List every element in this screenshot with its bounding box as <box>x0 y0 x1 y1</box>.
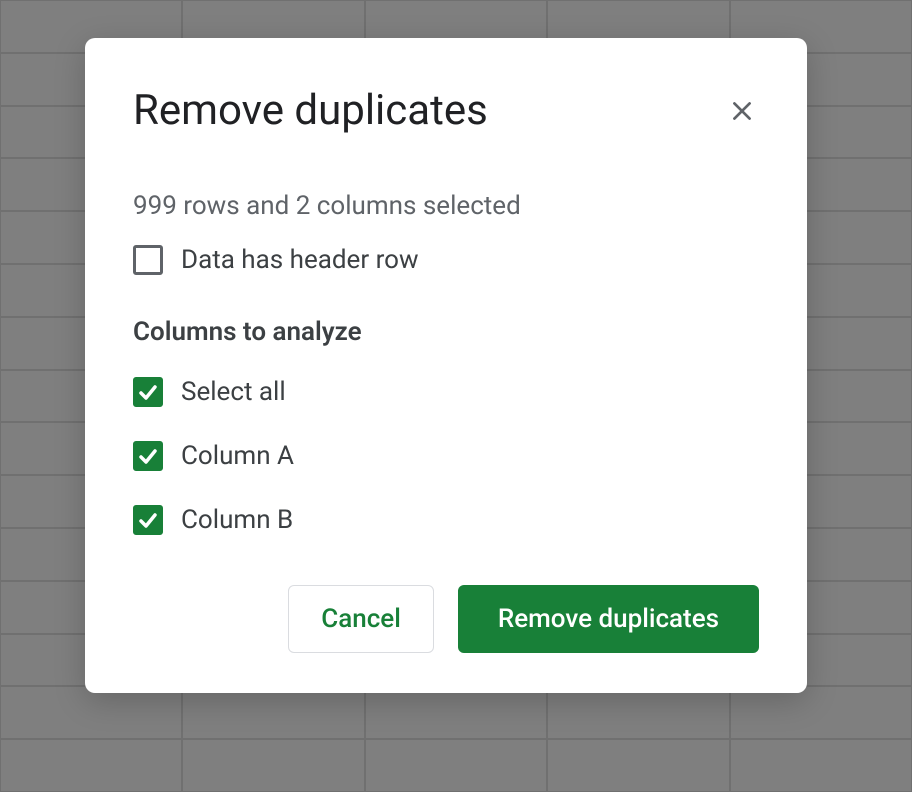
close-icon <box>729 98 755 127</box>
column-a-checkbox[interactable] <box>133 441 163 471</box>
close-button[interactable] <box>725 94 759 131</box>
columns-heading: Columns to analyze <box>133 317 759 347</box>
cancel-button[interactable]: Cancel <box>288 585 434 653</box>
remove-duplicates-button[interactable]: Remove duplicates <box>458 585 759 653</box>
header-row-option[interactable]: Data has header row <box>133 245 759 275</box>
dialog-header: Remove duplicates <box>133 86 759 135</box>
select-all-label: Select all <box>181 377 286 407</box>
header-row-checkbox[interactable] <box>133 245 163 275</box>
column-label: Column A <box>181 441 294 471</box>
header-row-label: Data has header row <box>181 245 419 275</box>
dialog-actions: Cancel Remove duplicates <box>133 585 759 653</box>
select-all-checkbox[interactable] <box>133 377 163 407</box>
column-option[interactable]: Column A <box>133 441 759 471</box>
column-option[interactable]: Column B <box>133 505 759 535</box>
dialog-title: Remove duplicates <box>133 86 488 135</box>
selection-info: 999 rows and 2 columns selected <box>133 191 759 221</box>
column-label: Column B <box>181 505 293 535</box>
column-b-checkbox[interactable] <box>133 505 163 535</box>
select-all-option[interactable]: Select all <box>133 377 759 407</box>
remove-duplicates-dialog: Remove duplicates 999 rows and 2 columns… <box>85 38 807 693</box>
